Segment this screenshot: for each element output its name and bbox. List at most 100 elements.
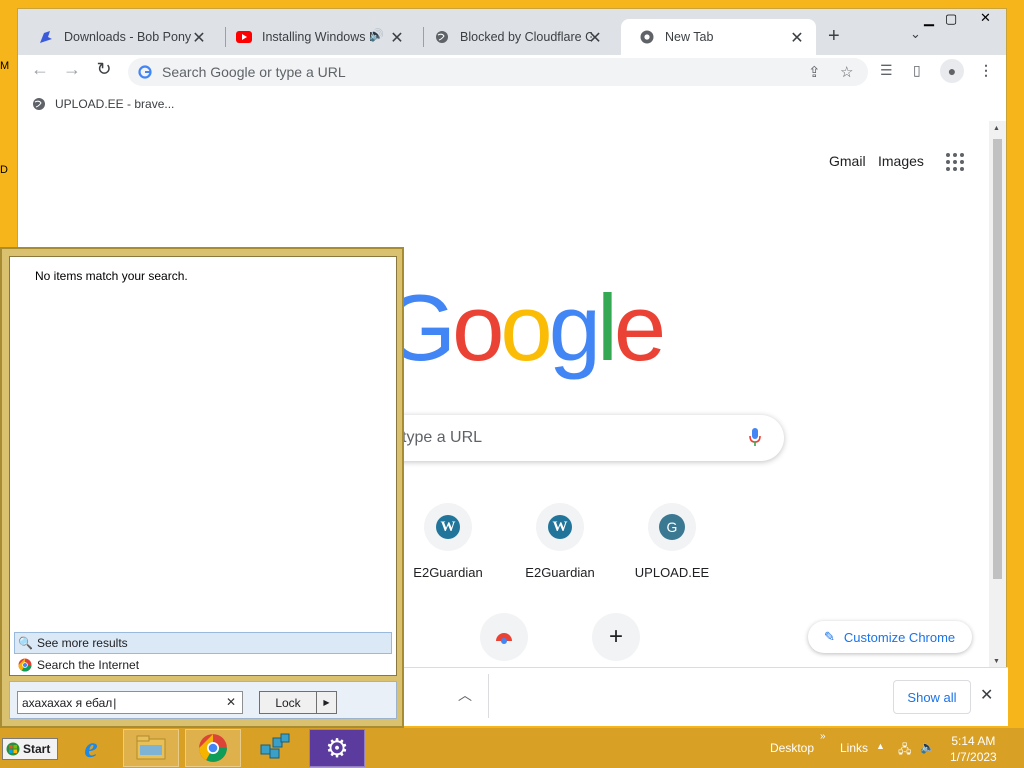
see-more-results-item[interactable]: 🔍 See more results [14, 632, 392, 654]
bookmark-upload-ee[interactable]: UPLOAD.EE - brave... [32, 97, 174, 111]
profile-avatar-icon[interactable]: ● [940, 59, 964, 83]
gmail-link[interactable]: Gmail [829, 153, 866, 169]
wordpress-icon: W [548, 515, 572, 539]
start-label: Start [23, 742, 51, 756]
wordpress-icon: W [436, 515, 460, 539]
start-menu: No items match your search. 🔍 See more r… [0, 247, 404, 728]
tab-search-chevron-icon[interactable]: ⌄ [910, 26, 921, 42]
back-arrow-icon[interactable]: ← [28, 59, 52, 80]
search-internet-item[interactable]: Search the Internet [14, 655, 390, 675]
chevron-up-icon[interactable]: ︿ [458, 685, 472, 705]
close-window-icon[interactable]: ✕ [980, 10, 1004, 30]
taskbar: Start e ⚙ Desktop » Links ▲ 🖧 🔈 5:14 AM … [0, 728, 1024, 768]
links-toolbar-label[interactable]: Links [840, 741, 868, 755]
no-results-text: No items match your search. [35, 269, 188, 283]
desktop-toolbar-label[interactable]: Desktop [770, 741, 814, 755]
clock[interactable]: 5:14 AM 1/7/2023 [950, 733, 997, 765]
search-results-pane: No items match your search. 🔍 See more r… [9, 256, 397, 676]
search-input-value: ахахахах я ебал [22, 695, 113, 710]
clear-search-icon[interactable]: ✕ [226, 695, 236, 709]
tab-blocked-by-cloudflare[interactable]: Blocked by Cloudflare Ga ✕ [416, 19, 614, 55]
chrome-taskbar-button[interactable] [185, 729, 241, 767]
google-apps-icon[interactable] [946, 153, 964, 171]
share-icon[interactable]: ⇪ [808, 63, 821, 81]
speaker-icon[interactable]: 🔊 [369, 28, 384, 42]
close-tab-icon[interactable]: ✕ [788, 28, 806, 48]
desktop-icon-label-fragment: M [0, 60, 10, 72]
tab-strip: Downloads - Bob Pony ✕ Installing Window… [18, 9, 1006, 55]
tab-title: New Tab [665, 30, 714, 44]
toolbar-overflow-icon[interactable]: » [820, 731, 826, 742]
google-logo: Google [383, 275, 666, 380]
clock-time: 5:14 AM [951, 734, 996, 748]
new-tab-plus-icon[interactable]: + [828, 25, 840, 48]
tab-title: Blocked by Cloudflare Ga [460, 30, 592, 44]
settings-taskbar-button[interactable]: ⚙ [309, 729, 365, 767]
bookmark-star-icon[interactable]: ☆ [840, 63, 853, 81]
reload-icon[interactable]: ↻ [92, 59, 116, 80]
google-g-icon [138, 65, 152, 79]
lock-label: Lock [260, 692, 317, 713]
forward-arrow-icon[interactable]: → [60, 59, 84, 80]
page-scrollbar[interactable]: ▲ ▼ [989, 121, 1006, 667]
network-icon[interactable]: 🖧 [898, 740, 911, 761]
youtube-icon [236, 29, 252, 45]
lock-button[interactable]: Lock ▶ [259, 691, 337, 714]
scrollbar-thumb[interactable] [993, 139, 1002, 579]
shortcut-label: E2Guardian [525, 565, 595, 580]
close-tab-icon[interactable]: ✕ [388, 28, 406, 48]
bob-pony-favicon-icon [38, 29, 54, 45]
see-more-label: See more results [36, 636, 128, 650]
internet-explorer-icon: e [84, 731, 98, 764]
registry-blocks-icon [260, 733, 290, 759]
chrome-icon [639, 29, 655, 45]
customize-chrome-button[interactable]: ✎ Customize Chrome [808, 621, 972, 653]
gear-icon: ⚙ [325, 732, 349, 763]
tab-installing-windows[interactable]: Installing Windows M 🔊 ✕ [218, 19, 416, 55]
start-search-input[interactable]: ахахахах я ебал | ✕ [17, 691, 243, 714]
bookmark-label: UPLOAD.EE - brave... [55, 97, 175, 111]
globe-icon [33, 98, 45, 110]
app-taskbar-button[interactable] [247, 729, 303, 767]
chrome-web-store-icon [496, 633, 512, 644]
scroll-up-arrow-icon[interactable]: ▲ [993, 125, 1000, 132]
tab-downloads-bob-pony[interactable]: Downloads - Bob Pony ✕ [20, 19, 218, 55]
maximize-icon[interactable]: ▢ [945, 11, 957, 27]
tray-expand-icon[interactable]: ▲ [876, 741, 885, 751]
reading-list-icon[interactable]: ☰ [880, 62, 893, 79]
start-button[interactable]: Start [2, 738, 58, 760]
side-panel-icon[interactable]: ▯ [913, 62, 921, 79]
plus-icon: + [592, 613, 640, 661]
shortcut-e2guardian[interactable]: W E2Guardian [398, 503, 498, 580]
show-all-button[interactable]: Show all [893, 680, 971, 714]
internet-explorer-taskbar-button[interactable]: e [63, 729, 119, 767]
shortcut-e2guardian[interactable]: W E2Guardian [510, 503, 610, 580]
omnibox[interactable]: Search Google or type a URL ⇪ ☆ [128, 58, 868, 86]
close-tab-icon[interactable]: ✕ [586, 28, 604, 48]
tab-new-tab[interactable]: New Tab ✕ [621, 19, 816, 55]
menu-kebab-icon[interactable]: ⋮ [979, 62, 993, 79]
chrome-icon [199, 734, 227, 762]
tab-title: Installing Windows M [262, 30, 374, 44]
volume-icon[interactable]: 🔈 [920, 740, 935, 754]
close-tab-icon[interactable]: ✕ [190, 28, 208, 48]
toolbar: ← → ↻ Search Google or type a URL ⇪ ☆ ☰ … [18, 55, 1006, 87]
clock-date: 1/7/2023 [950, 750, 997, 764]
start-menu-footer: ахахахах я ебал | ✕ Lock ▶ [9, 681, 397, 719]
add-shortcut-button[interactable]: + [566, 613, 666, 661]
shortcut-upload-ee[interactable]: G UPLOAD.EE [622, 503, 722, 580]
microphone-icon[interactable] [748, 427, 762, 447]
minimize-icon[interactable]: ▁ [924, 11, 934, 27]
magnifier-icon: 🔍 [18, 636, 33, 650]
customize-label: Customize Chrome [843, 629, 956, 645]
power-options-arrow-icon[interactable]: ▶ [317, 692, 336, 713]
folder-icon [136, 735, 166, 760]
omnibox-placeholder: Search Google or type a URL [162, 64, 346, 80]
shortcut-chrome-store[interactable] [454, 613, 554, 661]
scroll-down-arrow-icon[interactable]: ▼ [993, 658, 1000, 665]
file-explorer-taskbar-button[interactable] [123, 729, 179, 767]
images-link[interactable]: Images [878, 153, 924, 169]
close-download-bar-icon[interactable]: ✕ [980, 685, 993, 705]
pencil-icon: ✎ [824, 629, 835, 644]
desktop-icon-label-fragment: D [0, 164, 8, 176]
